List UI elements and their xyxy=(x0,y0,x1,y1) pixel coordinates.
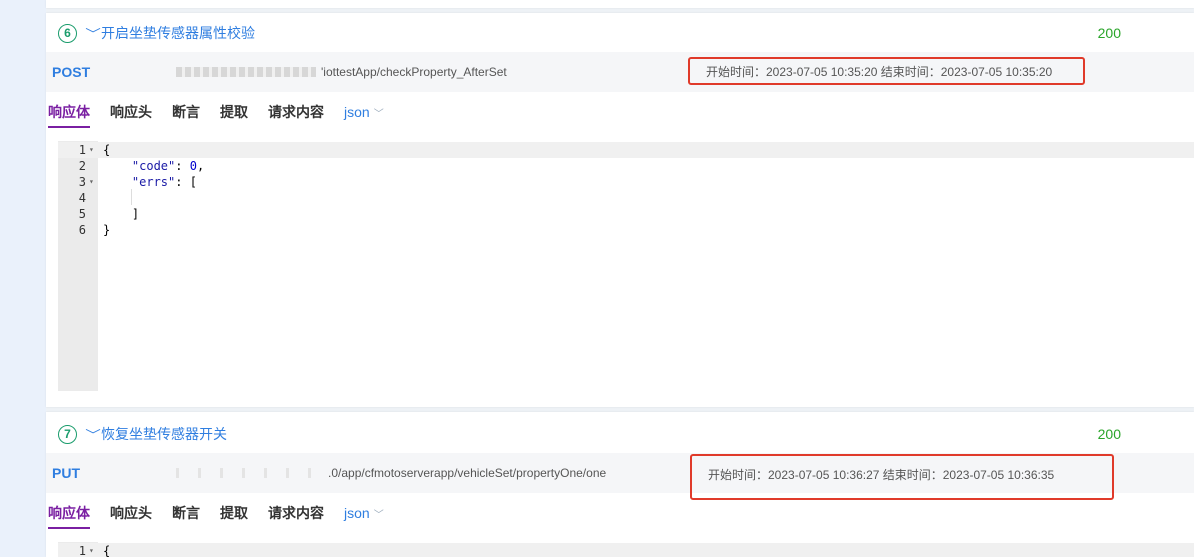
code-editor[interactable]: 1 ▾ { xyxy=(58,542,1194,557)
fold-arrow-icon[interactable]: ▾ xyxy=(89,142,94,158)
step-index-badge: 7 xyxy=(58,424,77,444)
status-code: 200 xyxy=(1097,25,1121,41)
tab-request-content[interactable]: 请求内容 xyxy=(268,503,324,523)
chevron-down-icon: ﹀ xyxy=(373,510,384,521)
code-line: 1 ▾ { xyxy=(58,543,1194,557)
chevron-down-icon[interactable]: ﹀ xyxy=(85,426,101,443)
line-number: 4 xyxy=(78,191,86,205)
tab-response-headers[interactable]: 响应头 xyxy=(110,102,152,122)
line-number: 1 xyxy=(78,544,86,557)
case-card-7: 7 ﹀ 恢复坐垫传感器开关 200 PUT .0/app/cfmotoserve… xyxy=(46,412,1194,557)
format-select[interactable]: json ﹀ xyxy=(344,104,384,120)
tab-request-content[interactable]: 请求内容 xyxy=(268,102,324,122)
left-panel xyxy=(0,0,46,557)
code-text: { xyxy=(103,544,111,557)
format-label: json xyxy=(344,505,370,521)
previous-case-card xyxy=(46,0,1194,8)
format-label: json xyxy=(344,104,370,120)
tab-assertions[interactable]: 断言 xyxy=(172,102,200,122)
request-row: POST 'iottestApp/checkProperty_AfterSet … xyxy=(46,52,1194,92)
line-number: 1 xyxy=(78,143,86,157)
code-line: 6 } xyxy=(58,222,1194,238)
line-number: 6 xyxy=(78,223,86,237)
format-select[interactable]: json ﹀ xyxy=(344,505,384,521)
step-index-badge: 6 xyxy=(58,23,77,43)
tab-extract[interactable]: 提取 xyxy=(220,102,248,122)
time-range-highlight: 开始时间：2023-07-05 10:36:27 结束时间：2023-07-05… xyxy=(690,454,1114,500)
tab-response-body[interactable]: 响应体 xyxy=(48,503,90,529)
time-range-highlight: 开始时间：2023-07-05 10:35:20 结束时间：2023-07-05… xyxy=(688,57,1085,85)
case-title[interactable]: 恢复坐垫传感器开关 xyxy=(101,424,227,444)
request-url: 'iottestApp/checkProperty_AfterSet xyxy=(321,65,507,79)
case-card-6: 6 ﹀ 开启坐垫传感器属性校验 200 POST 'iottestApp/che… xyxy=(46,13,1194,407)
tab-response-headers[interactable]: 响应头 xyxy=(110,503,152,523)
case-title-row[interactable]: 7 ﹀ 恢复坐垫传感器开关 200 xyxy=(46,416,1194,452)
code-text: "code": 0, xyxy=(131,159,205,173)
tab-extract[interactable]: 提取 xyxy=(220,503,248,523)
code-line: 2 "code": 0, xyxy=(58,158,1194,174)
tab-response-body[interactable]: 响应体 xyxy=(48,102,90,128)
tab-assertions[interactable]: 断言 xyxy=(172,503,200,523)
line-number: 2 xyxy=(78,159,86,173)
request-row: PUT .0/app/cfmotoserverapp/vehicleSet/pr… xyxy=(46,453,1194,500)
response-tabs: 响应体 响应头 断言 提取 请求内容 json ﹀ xyxy=(48,98,404,128)
redacted-url xyxy=(176,67,316,77)
code-line: 1 ▾ { xyxy=(58,142,1194,158)
code-line: 3 ▾ "errs": [ xyxy=(58,174,1194,190)
code-text: } xyxy=(103,223,111,237)
request-url: .0/app/cfmotoserverapp/vehicleSet/proper… xyxy=(328,466,607,480)
code-line: 5 ] xyxy=(58,206,1194,222)
http-method: POST xyxy=(52,64,91,80)
time-range-text: 开始时间：2023-07-05 10:35:20 结束时间：2023-07-05… xyxy=(706,64,1053,79)
code-editor[interactable]: 1 ▾ { 2 "code": 0, 3 ▾ "errs": [ 4 5 ] 6… xyxy=(58,141,1194,391)
case-title[interactable]: 开启坐垫传感器属性校验 xyxy=(101,23,255,43)
case-title-row[interactable]: 6 ﹀ 开启坐垫传感器属性校验 200 xyxy=(46,15,1194,51)
response-tabs: 响应体 响应头 断言 提取 请求内容 json ﹀ xyxy=(48,499,404,529)
code-text: ] xyxy=(103,207,140,221)
code-line: 4 xyxy=(58,190,1194,206)
chevron-down-icon: ﹀ xyxy=(373,109,384,120)
time-range-text: 开始时间：2023-07-05 10:36:27 结束时间：2023-07-05… xyxy=(708,467,1055,482)
line-number: 3 xyxy=(78,175,86,189)
chevron-down-icon[interactable]: ﹀ xyxy=(85,25,101,42)
code-text: "errs": [ xyxy=(131,175,197,189)
fold-arrow-icon[interactable]: ▾ xyxy=(89,174,94,190)
line-number: 5 xyxy=(78,207,86,221)
fold-arrow-icon[interactable]: ▾ xyxy=(89,543,94,557)
http-method: PUT xyxy=(52,465,80,481)
redacted-url xyxy=(176,468,326,478)
status-code: 200 xyxy=(1097,426,1121,442)
code-text: { xyxy=(103,143,111,157)
